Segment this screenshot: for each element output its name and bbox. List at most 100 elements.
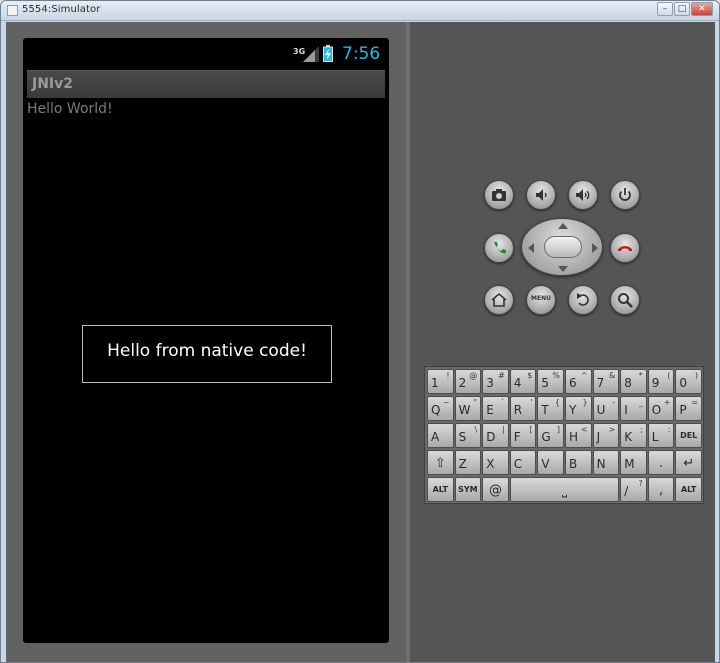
power-button[interactable] [610,180,640,210]
key-alt-label: < [580,425,588,434]
key-label: Y [569,403,577,417]
dpad[interactable] [521,218,603,276]
key-w[interactable]: W " [454,396,482,421]
key-j[interactable]: J > [592,423,620,448]
dpad-right[interactable] [592,243,598,253]
key-d[interactable]: D | [482,423,509,448]
home-button[interactable] [484,285,514,315]
key-6[interactable]: 6 ^ [565,369,592,394]
key-label: X [486,457,495,471]
key-alt-label: ~ [442,398,450,407]
key-v[interactable]: V [537,450,564,475]
key-alt[interactable]: ALT [427,477,454,502]
end-call-button[interactable] [610,233,640,263]
key-alt-label: ` [500,398,505,407]
call-button[interactable] [484,233,514,263]
key-c[interactable]: C [509,450,537,475]
key-b[interactable]: B [565,450,592,475]
key-n[interactable]: N [592,450,620,475]
key-5[interactable]: 5% [537,369,564,394]
key-z[interactable]: Z [454,450,482,475]
key-i[interactable]: I _ [620,396,647,421]
key-q[interactable]: Q ~ [427,396,454,421]
key-a[interactable]: A [427,423,454,448]
key-sym0[interactable]: ⇧ [427,450,454,475]
key-x[interactable]: X [482,450,509,475]
key-4[interactable]: 4 $ [509,369,537,394]
camera-button[interactable] [484,180,514,210]
key-h[interactable]: H < [565,423,592,448]
key-sym8[interactable]: . [647,450,675,475]
key-y[interactable]: Y} [565,396,592,421]
key-g[interactable]: G] [537,423,564,448]
dpad-center-button[interactable] [544,236,582,258]
device-screen[interactable]: 3G 7:56 JNIv2 Hello World! Hello from na… [23,38,389,643]
key-label: T [541,403,549,417]
key-2[interactable]: 2 @ [454,369,482,394]
dpad-up[interactable] [558,223,568,229]
key-9[interactable]: 9( [647,369,675,394]
key-k[interactable]: K; [620,423,647,448]
key-p[interactable]: P = [675,396,702,421]
key-alt-label: | [502,425,505,434]
key-alt-label: \ [474,425,478,434]
key-label: 3 [486,376,494,390]
key-1[interactable]: 1! [427,369,454,394]
key-del[interactable]: DEL [675,423,702,448]
key-sym[interactable]: SYM [454,477,482,502]
key-label: SYM [458,485,478,494]
key-label: C [513,457,523,471]
minimize-button[interactable]: – [657,2,673,16]
menu-button-label: MENU [531,295,551,302]
search-button[interactable] [610,285,640,315]
key-label: G [541,430,551,444]
key-label: 6 [569,376,577,390]
key-label: F [513,430,521,444]
key-7[interactable]: 7 & [592,369,620,394]
key-o[interactable]: O + [647,396,675,421]
menu-button[interactable]: MENU [526,285,556,315]
key-alt-label: { [554,398,560,407]
key-8[interactable]: 8 * [620,369,647,394]
volume-down-button[interactable] [526,180,556,210]
key-alt[interactable]: ALT [675,477,702,502]
key-alt-label: [ [529,425,533,434]
key-sym5[interactable]: , [647,477,675,502]
key-f[interactable]: F[ [509,423,537,448]
key-sym4[interactable]: /? [620,477,647,502]
key-alt-label: ! [446,371,450,380]
key-s[interactable]: S \ [454,423,482,448]
key-alt-label: ' [530,398,533,407]
key-r[interactable]: R ' [509,396,537,421]
volume-up-button[interactable] [568,180,598,210]
key-sym9[interactable]: ↵ [675,450,702,475]
battery-charging-icon [323,45,333,62]
window-controls: – □ ✕ [657,2,713,16]
key-label: R [513,403,523,417]
key-sym3[interactable]: ⎵ [509,477,620,502]
key-u[interactable]: U- [592,396,620,421]
key-m[interactable]: M [620,450,647,475]
title-bar[interactable]: 5554:Simulator – □ ✕ [1,1,719,21]
key-label: ↵ [683,456,695,471]
maximize-button[interactable]: □ [674,2,690,16]
key-label: 7 [596,376,605,390]
back-button[interactable] [568,285,598,315]
dpad-down[interactable] [558,266,568,272]
key-e[interactable]: E ` [482,396,509,421]
key-3[interactable]: 3 # [482,369,509,394]
key-t[interactable]: T{ [537,396,564,421]
key-0[interactable]: 0) [675,369,702,394]
key-label: P [679,403,687,417]
dpad-left[interactable] [528,243,534,253]
key-label: 0 [679,376,688,390]
key-label: Z [458,457,467,471]
key-label: M [624,457,635,471]
key-sym2[interactable]: @ [482,477,509,502]
close-button[interactable]: ✕ [691,2,713,16]
key-l[interactable]: L: [647,423,675,448]
key-label: DEL [680,431,698,440]
key-alt-label: + [663,398,671,407]
key-label: 4 [513,376,522,390]
key-label: H [569,430,579,444]
